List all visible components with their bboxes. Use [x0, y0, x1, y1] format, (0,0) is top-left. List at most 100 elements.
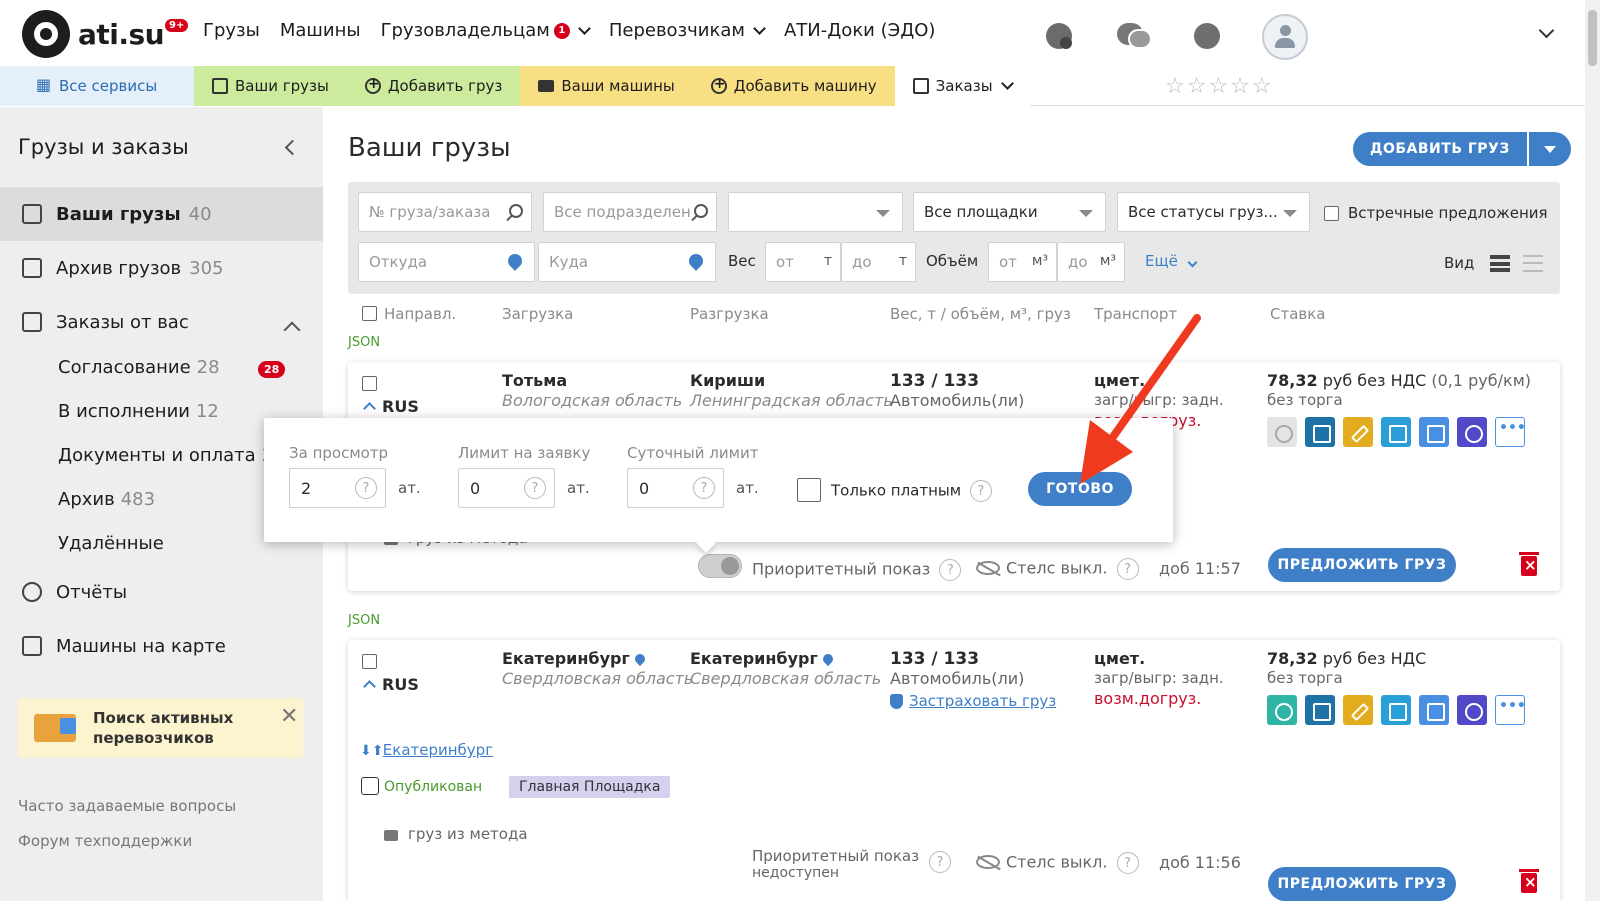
more-icon[interactable] — [1495, 417, 1526, 447]
your-trucks-button[interactable]: Ваши машины — [520, 66, 693, 106]
to-input[interactable]: Куда — [538, 242, 716, 282]
close-icon[interactable]: ✕ — [280, 704, 298, 729]
sidebar-subitem-in-progress[interactable]: В исполнении 12 — [58, 401, 219, 422]
faq-link[interactable]: Часто задаваемые вопросы — [18, 797, 236, 815]
chevron-up-icon[interactable] — [363, 402, 376, 415]
refresh-icon[interactable] — [1267, 417, 1297, 447]
help-icon[interactable]: ? — [1116, 852, 1139, 874]
from-city[interactable]: Екатеринбург — [502, 649, 648, 668]
column-rate[interactable]: Ставка — [1270, 305, 1326, 323]
priority-toggle[interactable] — [698, 554, 742, 578]
add-cargo-main-button[interactable]: ДОБАВИТЬ ГРУЗ — [1353, 132, 1527, 166]
volume-from-input[interactable]: от м³ — [988, 242, 1057, 282]
orders-menu[interactable]: Заказы — [894, 66, 1030, 106]
division-input[interactable]: Все подразделен — [543, 192, 717, 232]
chevron-down-icon[interactable] — [1538, 22, 1555, 39]
from-input[interactable]: Откуда — [358, 242, 535, 282]
row-checkbox[interactable] — [362, 376, 377, 391]
scrollbar-thumb[interactable] — [1588, 10, 1597, 66]
json-label[interactable]: JSON — [348, 335, 380, 350]
route-info[interactable]: ⬇⬆ Екатеринбург — [360, 741, 493, 759]
help-icon[interactable]: ? — [929, 851, 951, 873]
copy-icon[interactable] — [1381, 417, 1411, 447]
sidebar-item-map[interactable]: Машины на карте — [0, 619, 323, 673]
sidebar-item-your-cargo[interactable]: Ваши грузы 40 — [0, 187, 323, 241]
empty-select[interactable] — [728, 192, 903, 232]
help-icon[interactable]: ? — [969, 480, 992, 502]
insure-link[interactable]: Застраховать груз — [890, 691, 1056, 710]
offer-cargo-button[interactable]: ПРЕДЛОЖИТЬ ГРУЗ — [1268, 548, 1456, 582]
truck-icon[interactable] — [1419, 417, 1449, 447]
sidebar-subitem-deleted[interactable]: Удалённые — [58, 533, 164, 554]
promo-banner[interactable]: Поиск активных перевозчиков ✕ — [18, 698, 303, 758]
truck-icon[interactable] — [1419, 695, 1449, 725]
row-checkbox[interactable] — [362, 654, 377, 669]
from-city[interactable]: Тотьма — [502, 371, 567, 390]
column-weight[interactable]: Вес, т / объём, м³, груз — [890, 305, 1071, 323]
delete-icon[interactable] — [1519, 869, 1539, 893]
platforms-select[interactable]: Все площадки — [913, 192, 1106, 232]
column-direction[interactable]: Направл. — [384, 305, 456, 323]
avatar[interactable] — [1262, 14, 1308, 60]
logo[interactable]: ati.su — [22, 10, 165, 58]
json-label[interactable]: JSON — [348, 613, 380, 628]
nav-trucks[interactable]: Машины — [280, 20, 361, 41]
view-list-icon[interactable] — [1523, 255, 1543, 272]
help-icon[interactable]: ? — [524, 477, 546, 499]
sidebar-subitem-archive[interactable]: Архив 483 — [58, 489, 155, 510]
chat-icon[interactable] — [1305, 695, 1335, 725]
nav-ati-docs[interactable]: АТИ-Доки (ЭДО) — [784, 20, 935, 41]
per-view-input[interactable]: 2? — [289, 468, 386, 508]
column-loading[interactable]: Загрузка — [502, 305, 573, 323]
user-search-icon[interactable] — [1040, 17, 1080, 57]
nav-cargo[interactable]: Грузы — [203, 20, 260, 41]
history-icon[interactable] — [1457, 695, 1487, 725]
history-icon[interactable] — [1457, 417, 1487, 447]
column-transport[interactable]: Транспорт — [1094, 305, 1177, 323]
to-city[interactable]: Кириши — [690, 371, 765, 390]
counter-offers-checkbox[interactable] — [1324, 206, 1339, 221]
notifications-icon[interactable] — [1188, 17, 1228, 57]
more-filters-button[interactable]: Ещё — [1145, 252, 1198, 270]
forum-link[interactable]: Форум техподдержки — [18, 832, 192, 850]
done-button[interactable]: ГОТОВО — [1028, 472, 1132, 506]
copy-icon[interactable] — [1381, 695, 1411, 725]
help-icon[interactable]: ? — [693, 477, 715, 499]
sidebar-item-reports[interactable]: Отчёты — [0, 565, 323, 619]
help-icon[interactable]: ? — [1116, 558, 1139, 580]
add-cargo-button[interactable]: Добавить груз — [346, 66, 521, 106]
chat-icon[interactable] — [1305, 417, 1335, 447]
all-services-button[interactable]: Все сервисы — [0, 66, 194, 106]
add-truck-button[interactable]: Добавить машину — [692, 66, 895, 106]
collapse-sidebar-icon[interactable] — [284, 139, 301, 156]
volume-to-input[interactable]: до м³ — [1057, 242, 1125, 282]
edit-icon[interactable] — [1343, 695, 1373, 725]
view-cards-icon[interactable] — [1490, 255, 1510, 272]
weight-to-input[interactable]: до т — [841, 242, 916, 282]
paid-only-checkbox[interactable] — [797, 478, 821, 502]
statuses-select[interactable]: Все статусы груз... — [1117, 192, 1310, 232]
nav-shippers[interactable]: Грузовладельцам 1 — [381, 20, 591, 41]
add-cargo-dropdown-button[interactable] — [1528, 132, 1571, 166]
scrollbar[interactable] — [1585, 0, 1600, 901]
help-icon[interactable]: ? — [939, 559, 962, 581]
column-unloading[interactable]: Разгрузка — [690, 305, 769, 323]
sidebar-subitem-approval[interactable]: Согласование 28 — [58, 357, 220, 378]
chevron-up-icon[interactable] — [363, 680, 376, 693]
your-cargo-button[interactable]: Ваши грузы — [194, 66, 347, 106]
sidebar-item-cargo-archive[interactable]: Архив грузов 305 — [0, 241, 323, 295]
messages-icon[interactable] — [1114, 17, 1154, 57]
select-all-checkbox[interactable] — [362, 306, 377, 321]
rating-stars[interactable]: ☆☆☆☆☆ — [1165, 74, 1274, 99]
weight-from-input[interactable]: от т — [765, 242, 841, 282]
sidebar-subitem-documents[interactable]: Документы и оплата2 — [58, 445, 273, 466]
help-icon[interactable]: ? — [355, 477, 377, 499]
request-limit-input[interactable]: 0? — [458, 468, 555, 508]
cargo-number-input[interactable]: № груза/заказа — [358, 192, 532, 232]
refresh-icon[interactable] — [1267, 695, 1297, 725]
edit-icon[interactable] — [1343, 417, 1373, 447]
nav-carriers[interactable]: Перевозчикам — [609, 20, 766, 41]
delete-icon[interactable] — [1519, 552, 1539, 576]
to-city[interactable]: Екатеринбург — [690, 649, 836, 668]
more-icon[interactable] — [1495, 695, 1526, 725]
